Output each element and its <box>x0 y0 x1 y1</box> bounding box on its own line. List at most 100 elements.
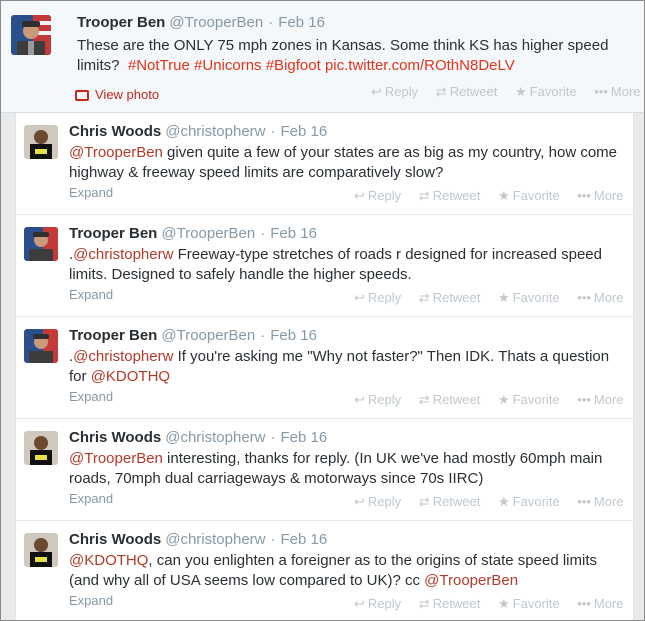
avatar[interactable] <box>24 533 58 567</box>
favorite-button[interactable]: ★ Favorite <box>515 84 577 99</box>
favorite-button[interactable]: ★ Favorite <box>498 494 560 509</box>
favorite-button[interactable]: ★ Favorite <box>498 290 560 305</box>
reply-button[interactable]: ↩ Reply <box>371 84 418 99</box>
reply-icon: ↩ <box>354 494 365 509</box>
reply-icon: ↩ <box>354 392 365 407</box>
list-item: Chris Woods @christopherw · Feb 16 @KDOTHQ,… <box>16 521 633 620</box>
author-handle[interactable]: @TrooperBen <box>161 327 255 344</box>
retweet-icon: ⇄ <box>435 84 447 99</box>
hashtag-not-true[interactable]: #NotTrue <box>128 57 190 74</box>
author-name[interactable]: Chris Woods <box>69 123 161 140</box>
timestamp[interactable]: Feb 16 <box>281 123 328 140</box>
tweet-text: @TrooperBen given quite a few of your st… <box>69 143 619 183</box>
reply-button[interactable]: ↩ Reply <box>354 596 401 611</box>
mention-link-end[interactable]: @KDOTHQ <box>91 368 170 385</box>
timestamp[interactable]: Feb 16 <box>278 14 325 31</box>
hashtag-unicorns[interactable]: #Unicorns <box>194 57 262 74</box>
reply-button[interactable]: ↩ Reply <box>354 392 401 407</box>
more-button[interactable]: ••• More <box>577 290 623 305</box>
expand-link[interactable]: Expand <box>69 491 113 506</box>
author-name[interactable]: Trooper Ben <box>69 327 157 344</box>
author-handle[interactable]: @TrooperBen <box>161 225 255 242</box>
retweet-button[interactable]: ⇄ Retweet <box>419 188 481 203</box>
reply-button[interactable]: ↩ Reply <box>354 188 401 203</box>
tweet-actions: ↩ Reply ⇄ Retweet ★ Favorite ••• More <box>354 596 638 612</box>
star-icon: ★ <box>498 596 510 611</box>
mention-link[interactable]: @christopherw <box>73 246 173 263</box>
star-icon: ★ <box>515 84 527 99</box>
tweet-actions: ↩ Reply ⇄ Retweet ★ Favorite ••• More <box>354 188 638 204</box>
author-name[interactable]: Trooper Ben <box>69 225 157 242</box>
timestamp[interactable]: Feb 16 <box>281 531 328 548</box>
tweet-header: Chris Woods @christopherw · Feb 16 <box>69 123 327 140</box>
author-handle[interactable]: @christopherw <box>165 429 265 446</box>
mention-link[interactable]: @TrooperBen <box>69 144 163 161</box>
more-button[interactable]: ••• More <box>577 392 623 407</box>
favorite-button[interactable]: ★ Favorite <box>498 188 560 203</box>
mention-link[interactable]: @TrooperBen <box>69 450 163 467</box>
list-item: Chris Woods @christopherw · Feb 16 @Trooper… <box>16 419 633 521</box>
view-photo-button[interactable]: View photo <box>75 87 159 102</box>
mention-link[interactable]: @christopherw <box>73 348 173 365</box>
retweet-button[interactable]: ⇄ Retweet <box>436 84 498 99</box>
main-tweet: Trooper Ben @TrooperBen · Feb 16 These are … <box>1 1 644 113</box>
retweet-icon: ⇄ <box>418 290 430 305</box>
tweet-text: These are the ONLY 75 mph zones in Kansa… <box>77 36 622 76</box>
list-item: Trooper Ben @TrooperBen · Feb 16 .@christop… <box>16 317 633 419</box>
more-icon: ••• <box>577 188 591 203</box>
mention-link[interactable]: @KDOTHQ <box>69 552 148 569</box>
reply-button[interactable]: ↩ Reply <box>354 494 401 509</box>
retweet-icon: ⇄ <box>418 494 430 509</box>
tweet-actions: ↩ Reply ⇄ Retweet ★ Favorite ••• More <box>371 84 644 100</box>
author-handle[interactable]: @christopherw <box>165 123 265 140</box>
more-icon: ••• <box>577 494 591 509</box>
retweet-button[interactable]: ⇄ Retweet <box>419 392 481 407</box>
favorite-button[interactable]: ★ Favorite <box>498 392 560 407</box>
tweet-header: Trooper Ben @TrooperBen · Feb 16 <box>77 14 325 31</box>
expand-link[interactable]: Expand <box>69 287 113 302</box>
avatar[interactable] <box>24 227 58 261</box>
tweet-header: Trooper Ben @TrooperBen · Feb 16 <box>69 225 317 242</box>
more-button[interactable]: ••• More <box>577 188 623 203</box>
more-button[interactable]: ••• More <box>577 596 623 611</box>
retweet-button[interactable]: ⇄ Retweet <box>419 290 481 305</box>
favorite-button[interactable]: ★ Favorite <box>498 596 560 611</box>
hashtag-bigfoot[interactable]: #Bigfoot <box>266 57 321 74</box>
more-button[interactable]: ••• More <box>594 84 640 99</box>
list-item: Trooper Ben @TrooperBen · Feb 16 .@christop… <box>16 215 633 317</box>
retweet-button[interactable]: ⇄ Retweet <box>419 494 481 509</box>
avatar[interactable] <box>24 125 58 159</box>
separator: · <box>270 123 276 140</box>
author-handle[interactable]: @christopherw <box>165 531 265 548</box>
avatar[interactable] <box>24 329 58 363</box>
reply-button[interactable]: ↩ Reply <box>354 290 401 305</box>
retweet-button[interactable]: ⇄ Retweet <box>419 596 481 611</box>
photo-link[interactable]: pic.twitter.com/ROthN8DeLV <box>325 57 515 74</box>
timestamp[interactable]: Feb 16 <box>281 429 328 446</box>
mention-link-end[interactable]: @TrooperBen <box>424 572 518 589</box>
star-icon: ★ <box>498 188 510 203</box>
separator: · <box>268 14 274 31</box>
author-handle[interactable]: @TrooperBen <box>169 14 263 31</box>
retweet-icon: ⇄ <box>418 188 430 203</box>
star-icon: ★ <box>498 392 510 407</box>
view-photo-label: View photo <box>95 87 160 102</box>
more-button[interactable]: ••• More <box>577 494 623 509</box>
author-name[interactable]: Chris Woods <box>69 429 161 446</box>
more-icon: ••• <box>577 596 591 611</box>
timestamp[interactable]: Feb 16 <box>270 225 317 242</box>
tweet-actions: ↩ Reply ⇄ Retweet ★ Favorite ••• More <box>354 494 638 510</box>
reply-icon: ↩ <box>354 290 365 305</box>
expand-link[interactable]: Expand <box>69 185 113 200</box>
avatar[interactable] <box>24 431 58 465</box>
author-name[interactable]: Trooper Ben <box>77 14 165 31</box>
star-icon: ★ <box>498 290 510 305</box>
separator: · <box>270 531 276 548</box>
expand-link[interactable]: Expand <box>69 389 113 404</box>
timestamp[interactable]: Feb 16 <box>270 327 317 344</box>
author-name[interactable]: Chris Woods <box>69 531 161 548</box>
more-icon: ••• <box>577 392 591 407</box>
separator: · <box>260 327 266 344</box>
expand-link[interactable]: Expand <box>69 593 113 608</box>
avatar[interactable] <box>11 15 51 55</box>
